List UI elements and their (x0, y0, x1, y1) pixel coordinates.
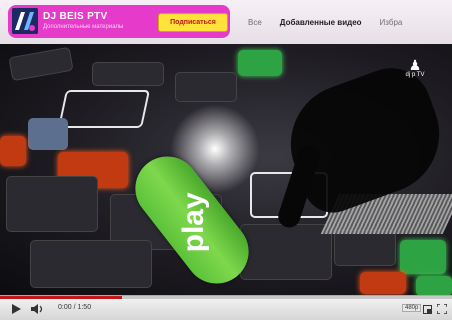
controller-pad (57, 90, 151, 128)
popout-icon[interactable] (422, 303, 432, 315)
progress-bar[interactable] (0, 296, 452, 299)
controller-pad (416, 276, 452, 295)
fullscreen-icon[interactable] (436, 303, 448, 315)
quality-button[interactable]: 480p (402, 304, 422, 312)
controller-pad (28, 118, 68, 150)
tab-all[interactable]: Все (248, 18, 262, 27)
controller-pad (360, 272, 406, 294)
controller-pad (6, 176, 98, 232)
tab-favorites[interactable]: Избра (380, 18, 403, 27)
channel-watermark: ♟ dj p TV (398, 58, 432, 78)
controller-pad (400, 240, 446, 274)
progress-fill (0, 296, 123, 299)
person-icon: ♟ (408, 57, 422, 73)
subscribe-button[interactable]: Подписаться (158, 13, 228, 32)
watermark-text: dj p TV (405, 72, 425, 78)
player-controls: 0:00 / 1:50 480p (0, 295, 452, 320)
channel-banner: DJ BEIS PTV Дополнительные материалы Под… (8, 5, 230, 38)
video-frame[interactable]: play ♟ dj p TV (0, 44, 452, 295)
play-label: play (176, 192, 210, 253)
volume-icon[interactable] (30, 303, 44, 315)
controller-pad (30, 240, 152, 288)
controller-pad (8, 46, 74, 82)
controller-pad (175, 72, 237, 102)
channel-logo[interactable] (12, 8, 38, 34)
channel-name[interactable]: DJ BEIS PTV (43, 11, 107, 22)
controller-pad (334, 230, 396, 266)
play-icon[interactable] (10, 303, 22, 315)
channel-tabs: Все Добавленные видео Избра (248, 0, 420, 44)
controller-pad (92, 62, 164, 86)
channel-subtitle: Дополнительные материалы (43, 24, 124, 30)
channel-header: DJ BEIS PTV Дополнительные материалы Под… (0, 0, 452, 44)
controller-pad (238, 50, 282, 76)
time-display: 0:00 / 1:50 (58, 304, 92, 311)
tab-uploaded-videos[interactable]: Добавленные видео (280, 18, 362, 27)
controller-pad (0, 136, 26, 166)
